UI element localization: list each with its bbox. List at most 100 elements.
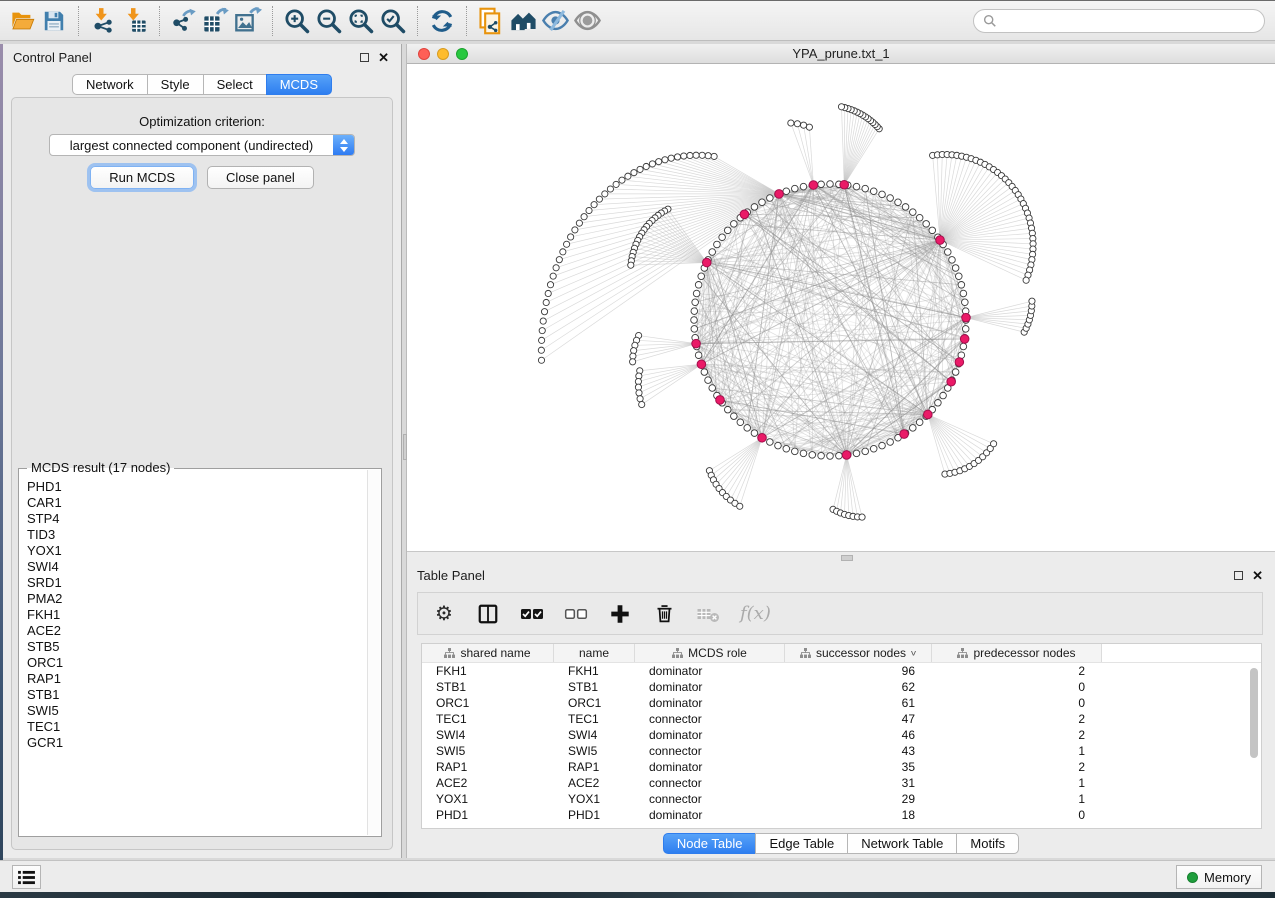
network-node[interactable]	[695, 282, 702, 289]
import-network-icon[interactable]	[87, 5, 119, 37]
network-node[interactable]	[701, 369, 708, 376]
network-node[interactable]	[870, 188, 877, 195]
hide-columns-icon[interactable]	[564, 602, 588, 626]
float-panel-icon[interactable]	[360, 53, 369, 62]
network-leaf-node[interactable]	[788, 120, 794, 126]
network-leaf-node[interactable]	[630, 359, 636, 365]
zoom-fit-icon[interactable]	[345, 5, 377, 37]
network-node[interactable]	[887, 439, 894, 446]
table-tab-network-table[interactable]: Network Table	[847, 833, 957, 854]
network-leaf-node[interactable]	[607, 186, 613, 192]
network-leaf-node[interactable]	[1029, 298, 1035, 304]
table-scrollbar-thumb[interactable]	[1250, 668, 1258, 758]
vertical-splitter-grip[interactable]	[403, 434, 407, 460]
network-node[interactable]	[691, 326, 698, 333]
network-leaf-node[interactable]	[619, 177, 625, 183]
network-leaf-node[interactable]	[553, 265, 559, 271]
mcds-result-item[interactable]: PMA2	[27, 591, 367, 607]
network-leaf-node[interactable]	[681, 153, 687, 159]
network-node[interactable]	[800, 183, 807, 190]
mcds-result-item[interactable]: STP4	[27, 511, 367, 527]
mcds-result-scrollbar[interactable]	[367, 470, 380, 835]
mcds-hub-node[interactable]	[775, 190, 784, 199]
network-node[interactable]	[879, 442, 886, 449]
network-node[interactable]	[792, 448, 799, 455]
table-row[interactable]: ORC1ORC1dominator610	[422, 695, 1261, 711]
network-node[interactable]	[862, 448, 869, 455]
network-node[interactable]	[818, 452, 825, 459]
network-node[interactable]	[751, 204, 758, 211]
network-node[interactable]	[691, 317, 698, 324]
tab-select[interactable]: Select	[203, 74, 267, 95]
network-node[interactable]	[962, 299, 969, 306]
network-leaf-node[interactable]	[545, 290, 551, 296]
network-leaf-node[interactable]	[602, 191, 608, 197]
mcds-result-item[interactable]: ORC1	[27, 655, 367, 671]
network-node[interactable]	[944, 249, 951, 256]
network-leaf-node[interactable]	[572, 227, 578, 233]
network-node[interactable]	[775, 442, 782, 449]
search-input[interactable]	[1002, 14, 1255, 28]
table-row[interactable]: YOX1YOX1connector291	[422, 791, 1261, 807]
network-leaf-node[interactable]	[628, 262, 634, 268]
network-leaf-node[interactable]	[705, 153, 711, 159]
network-leaf-node[interactable]	[539, 328, 545, 334]
network-leaf-node[interactable]	[687, 152, 693, 158]
mcds-hub-node[interactable]	[716, 396, 725, 405]
network-node[interactable]	[949, 257, 956, 264]
network-node[interactable]	[783, 445, 790, 452]
mcds-result-item[interactable]: GCR1	[27, 735, 367, 751]
zoom-out-icon[interactable]	[313, 5, 345, 37]
mcds-hub-node[interactable]	[936, 236, 945, 245]
zoom-in-icon[interactable]	[281, 5, 313, 37]
network-node[interactable]	[751, 430, 758, 437]
table-row[interactable]: STB1STB1dominator620	[422, 679, 1261, 695]
export-image-icon[interactable]	[232, 5, 264, 37]
network-leaf-node[interactable]	[636, 390, 642, 396]
mcds-result-item[interactable]: TID3	[27, 527, 367, 543]
export-table-icon[interactable]	[200, 5, 232, 37]
show-columns-icon[interactable]	[520, 602, 544, 626]
table-row[interactable]: FKH1FKH1dominator962	[422, 663, 1261, 679]
table-row[interactable]: RAP1RAP1dominator352	[422, 759, 1261, 775]
network-leaf-node[interactable]	[711, 153, 717, 159]
show-panels-list-button[interactable]	[12, 865, 41, 889]
mcds-result-item[interactable]: ACE2	[27, 623, 367, 639]
network-leaf-node[interactable]	[576, 220, 582, 226]
network-leaf-node[interactable]	[547, 282, 553, 288]
mcds-hub-node[interactable]	[947, 377, 956, 386]
network-leaf-node[interactable]	[662, 157, 668, 163]
mcds-result-item[interactable]: RAP1	[27, 671, 367, 687]
mcds-hub-node[interactable]	[924, 410, 933, 419]
mcds-hub-node[interactable]	[842, 451, 851, 460]
network-leaf-node[interactable]	[693, 152, 699, 158]
network-leaf-node[interactable]	[543, 299, 549, 305]
column-header-name[interactable]: name	[554, 644, 635, 662]
close-table-panel-icon[interactable]: ✕	[1252, 569, 1263, 582]
table-tab-edge-table[interactable]: Edge Table	[755, 833, 848, 854]
hide-graphics-icon[interactable]	[539, 5, 571, 37]
network-leaf-node[interactable]	[637, 166, 643, 172]
network-leaf-node[interactable]	[631, 170, 637, 176]
network-node[interactable]	[719, 234, 726, 241]
network-leaf-node[interactable]	[674, 154, 680, 160]
network-leaf-node[interactable]	[625, 173, 631, 179]
network-canvas[interactable]	[407, 64, 1275, 551]
mcds-hub-node[interactable]	[955, 358, 964, 367]
network-leaf-node[interactable]	[568, 234, 574, 240]
mcds-result-item[interactable]: FKH1	[27, 607, 367, 623]
network-node[interactable]	[879, 191, 886, 198]
network-node[interactable]	[929, 227, 936, 234]
mcds-result-item[interactable]: STB5	[27, 639, 367, 655]
network-node[interactable]	[693, 290, 700, 297]
network-leaf-node[interactable]	[668, 155, 674, 161]
add-row-plus-icon[interactable]	[608, 602, 632, 626]
network-node[interactable]	[909, 425, 916, 432]
splitter-grip-icon[interactable]	[841, 555, 853, 561]
network-node[interactable]	[698, 273, 705, 280]
mcds-result-item[interactable]: CAR1	[27, 495, 367, 511]
network-node[interactable]	[962, 326, 969, 333]
network-leaf-node[interactable]	[556, 257, 562, 263]
network-leaf-node[interactable]	[539, 337, 545, 343]
network-node[interactable]	[916, 419, 923, 426]
